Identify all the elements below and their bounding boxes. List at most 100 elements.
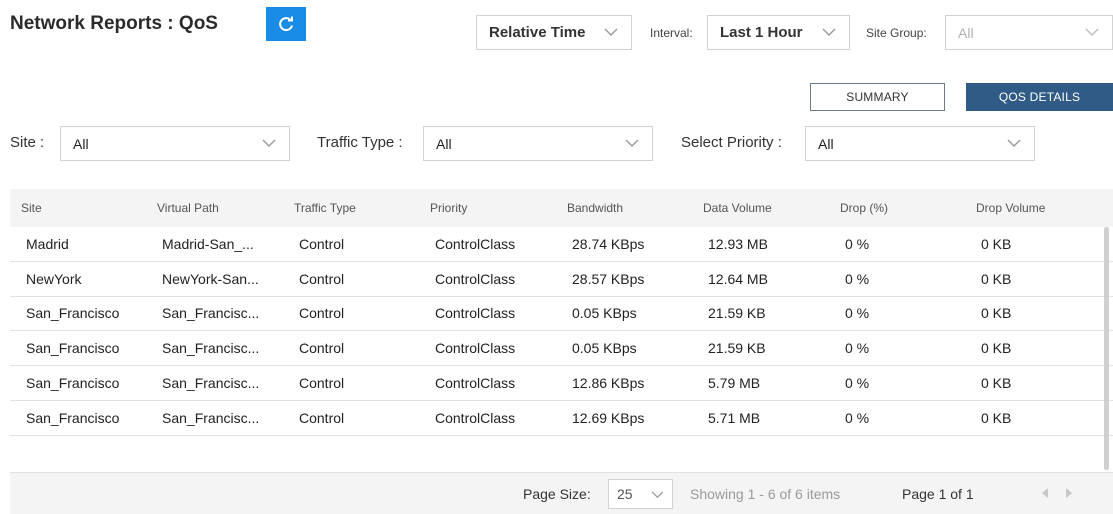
cell-drop-volume: 0 KB [981,340,1012,357]
cell-virtual-path: San_Francisc... [162,340,260,357]
chevron-down-icon [624,136,640,152]
cell-traffic-type: Control [299,270,345,287]
cell-data-volume: 21.59 KB [708,340,766,357]
page-indicator: Page 1 of 1 [902,486,974,502]
priority-label: Select Priority : [681,134,782,151]
cell-virtual-path: Madrid-San_... [162,235,254,252]
cell-traffic-type: Control [299,409,345,426]
priority-value: All [818,135,834,152]
prev-page-button[interactable] [1040,486,1050,504]
cell-site: NewYork [26,270,82,287]
table-row[interactable]: NewYork NewYork-San... Control ControlClass… [10,262,1113,297]
chevron-left-icon [1042,488,1048,498]
column-header-site[interactable]: Site [10,201,146,215]
cell-priority: ControlClass [435,235,516,252]
cell-virtual-path: NewYork-San... [162,270,259,287]
cell-priority: ControlClass [435,340,516,357]
qos-table: Site Virtual Path Traffic Type Priority … [10,189,1113,436]
cell-bandwidth: 0.05 KBps [572,340,637,357]
traffic-type-value: All [436,135,452,152]
chevron-down-icon [1084,25,1100,41]
table-scrollbar[interactable] [1104,227,1109,470]
site-filter-label: Site : [10,134,45,151]
table-row[interactable]: Madrid Madrid-San_... Control ControlClass 2… [10,227,1113,262]
cell-priority: ControlClass [435,270,516,287]
cell-data-volume: 12.64 MB [708,270,768,287]
site-filter-select[interactable]: All [60,126,290,161]
column-header-data-volume[interactable]: Data Volume [692,201,829,215]
time-mode-value: Relative Time [489,24,586,41]
next-page-button[interactable] [1064,486,1074,504]
table-body: Madrid Madrid-San_... Control ControlClass 2… [10,227,1113,436]
column-header-drop-percent[interactable]: Drop (%) [829,201,965,215]
site-group-select[interactable]: All [945,15,1113,50]
column-header-virtual-path[interactable]: Virtual Path [146,201,283,215]
priority-select[interactable]: All [805,126,1035,161]
cell-site: San_Francisco [26,375,120,392]
cell-drop-percent: 0 % [845,375,870,392]
cell-traffic-type: Control [299,305,345,322]
traffic-type-label: Traffic Type : [317,134,403,151]
cell-drop-volume: 0 KB [981,235,1012,252]
column-header-priority[interactable]: Priority [419,201,556,215]
cell-bandwidth: 12.69 KBps [572,409,645,426]
column-header-traffic-type[interactable]: Traffic Type [283,201,419,215]
time-mode-select[interactable]: Relative Time [476,15,632,50]
refresh-button[interactable] [266,7,306,41]
page-title: Network Reports : QoS [10,13,218,34]
table-row[interactable]: San_Francisco San_Francisc... Control Contr… [10,297,1113,332]
cell-bandwidth: 12.86 KBps [572,375,645,392]
table-row[interactable]: San_Francisco San_Francisc... Control Contr… [10,366,1113,401]
interval-value: Last 1 Hour [720,24,803,41]
site-filter-value: All [73,135,89,152]
table-row[interactable]: San_Francisco San_Francisc... Control Contr… [10,331,1113,367]
cell-priority: ControlClass [435,305,516,322]
qos-details-tab[interactable]: QOS DETAILS [966,83,1113,111]
cell-site: Madrid [26,235,69,252]
cell-drop-percent: 0 % [845,235,870,252]
cell-data-volume: 5.71 MB [708,409,761,426]
page-size-select[interactable]: 25 [608,479,673,509]
qos-report-page: Network Reports : QoS Relative Time Inte… [0,0,1113,514]
cell-drop-percent: 0 % [845,409,870,426]
chevron-right-icon [1066,488,1072,498]
cell-virtual-path: San_Francisc... [162,375,260,392]
cell-bandwidth: 28.57 KBps [572,270,645,287]
chevron-down-icon [261,136,277,152]
interval-label: Interval: [650,26,693,40]
cell-virtual-path: San_Francisc... [162,409,260,426]
pagination-bar: Page Size: 25 Showing 1 - 6 of 6 items P… [10,472,1113,514]
page-size-value: 25 [617,486,633,502]
cell-traffic-type: Control [299,235,345,252]
refresh-icon [279,16,293,32]
cell-traffic-type: Control [299,340,345,357]
chevron-down-icon [603,25,619,41]
cell-drop-percent: 0 % [845,340,870,357]
traffic-type-select[interactable]: All [423,126,653,161]
cell-drop-percent: 0 % [845,305,870,322]
column-header-drop-volume[interactable]: Drop Volume [965,201,1113,215]
table-row[interactable]: San_Francisco San_Francisc... Control Contr… [10,401,1113,436]
cell-site: San_Francisco [26,305,120,322]
cell-priority: ControlClass [435,375,516,392]
chevron-down-icon [1006,136,1022,152]
site-group-label: Site Group: [866,26,927,40]
cell-virtual-path: San_Francisc... [162,305,260,322]
table-header: Site Virtual Path Traffic Type Priority … [10,189,1113,227]
interval-select[interactable]: Last 1 Hour [707,15,850,50]
chevron-down-icon [821,25,837,41]
cell-bandwidth: 0.05 KBps [572,305,637,322]
cell-data-volume: 21.59 KB [708,305,766,322]
cell-site: San_Francisco [26,409,120,426]
items-count: Showing 1 - 6 of 6 items [690,486,841,502]
cell-traffic-type: Control [299,375,345,392]
column-header-bandwidth[interactable]: Bandwidth [556,201,692,215]
cell-drop-volume: 0 KB [981,409,1012,426]
cell-drop-volume: 0 KB [981,270,1012,287]
summary-tab[interactable]: SUMMARY [810,83,945,111]
cell-drop-volume: 0 KB [981,305,1012,322]
cell-data-volume: 5.79 MB [708,375,761,392]
cell-drop-percent: 0 % [845,270,870,287]
cell-data-volume: 12.93 MB [708,235,768,252]
cell-site: San_Francisco [26,340,120,357]
